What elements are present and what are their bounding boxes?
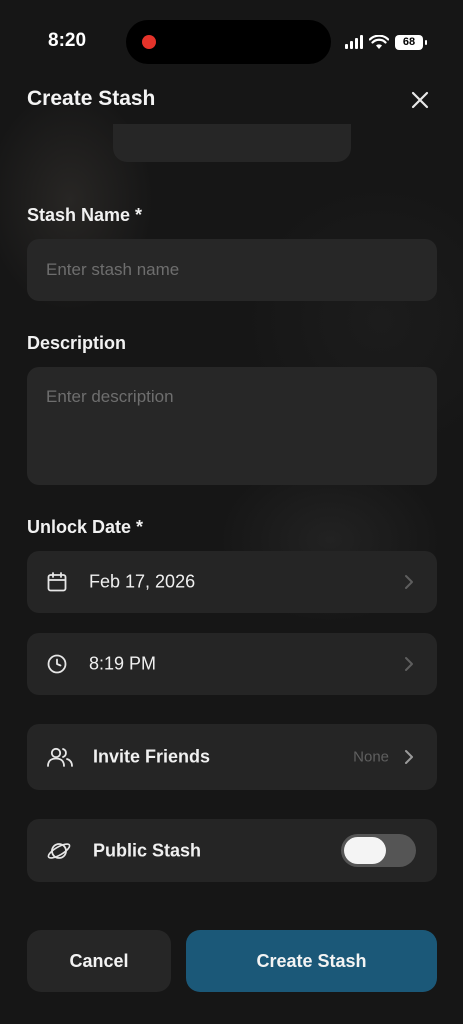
time-value: 8:19 PM bbox=[89, 653, 157, 674]
calendar-icon bbox=[47, 572, 67, 592]
clock-icon bbox=[47, 654, 67, 674]
invite-friends-row[interactable]: Invite Friends None bbox=[27, 724, 437, 790]
page-title: Create Stash bbox=[27, 87, 156, 110]
wifi-icon bbox=[369, 34, 389, 49]
public-stash-label: Public Stash bbox=[93, 840, 202, 860]
battery-indicator: 68 bbox=[395, 34, 427, 50]
create-stash-button[interactable]: Create Stash bbox=[186, 930, 437, 992]
users-icon bbox=[47, 747, 73, 767]
toggle-knob bbox=[344, 837, 386, 864]
unlock-date-label: Unlock Date * bbox=[27, 517, 144, 537]
stash-name-label: Stash Name * bbox=[27, 205, 143, 225]
chevron-right-icon bbox=[405, 657, 413, 671]
invite-friends-label: Invite Friends bbox=[93, 746, 211, 767]
description-label: Description bbox=[27, 333, 127, 353]
date-picker-row[interactable]: Feb 17, 2026 bbox=[27, 551, 437, 613]
chevron-right-icon bbox=[405, 575, 413, 589]
date-value: Feb 17, 2026 bbox=[89, 571, 196, 592]
recording-indicator bbox=[142, 35, 156, 49]
time-picker-row[interactable]: 8:19 PM bbox=[27, 633, 437, 695]
cancel-button[interactable]: Cancel bbox=[27, 930, 171, 992]
status-bar: 8:20 68 bbox=[0, 0, 463, 80]
status-time: 8:20 bbox=[48, 30, 87, 51]
stash-name-field-box bbox=[27, 239, 437, 301]
dynamic-island bbox=[126, 20, 331, 64]
description-input[interactable] bbox=[27, 367, 437, 485]
scroll-card-edge bbox=[113, 124, 351, 162]
close-icon bbox=[411, 91, 429, 109]
stash-name-input[interactable] bbox=[27, 239, 437, 301]
chevron-right-icon bbox=[405, 750, 413, 764]
close-button[interactable] bbox=[406, 86, 434, 114]
description-field-box bbox=[27, 367, 437, 485]
public-stash-toggle[interactable] bbox=[341, 834, 416, 867]
invite-friends-value: None bbox=[353, 748, 389, 766]
status-icons: 68 bbox=[345, 32, 427, 52]
planet-icon bbox=[47, 842, 71, 859]
signal-icon bbox=[345, 35, 363, 49]
